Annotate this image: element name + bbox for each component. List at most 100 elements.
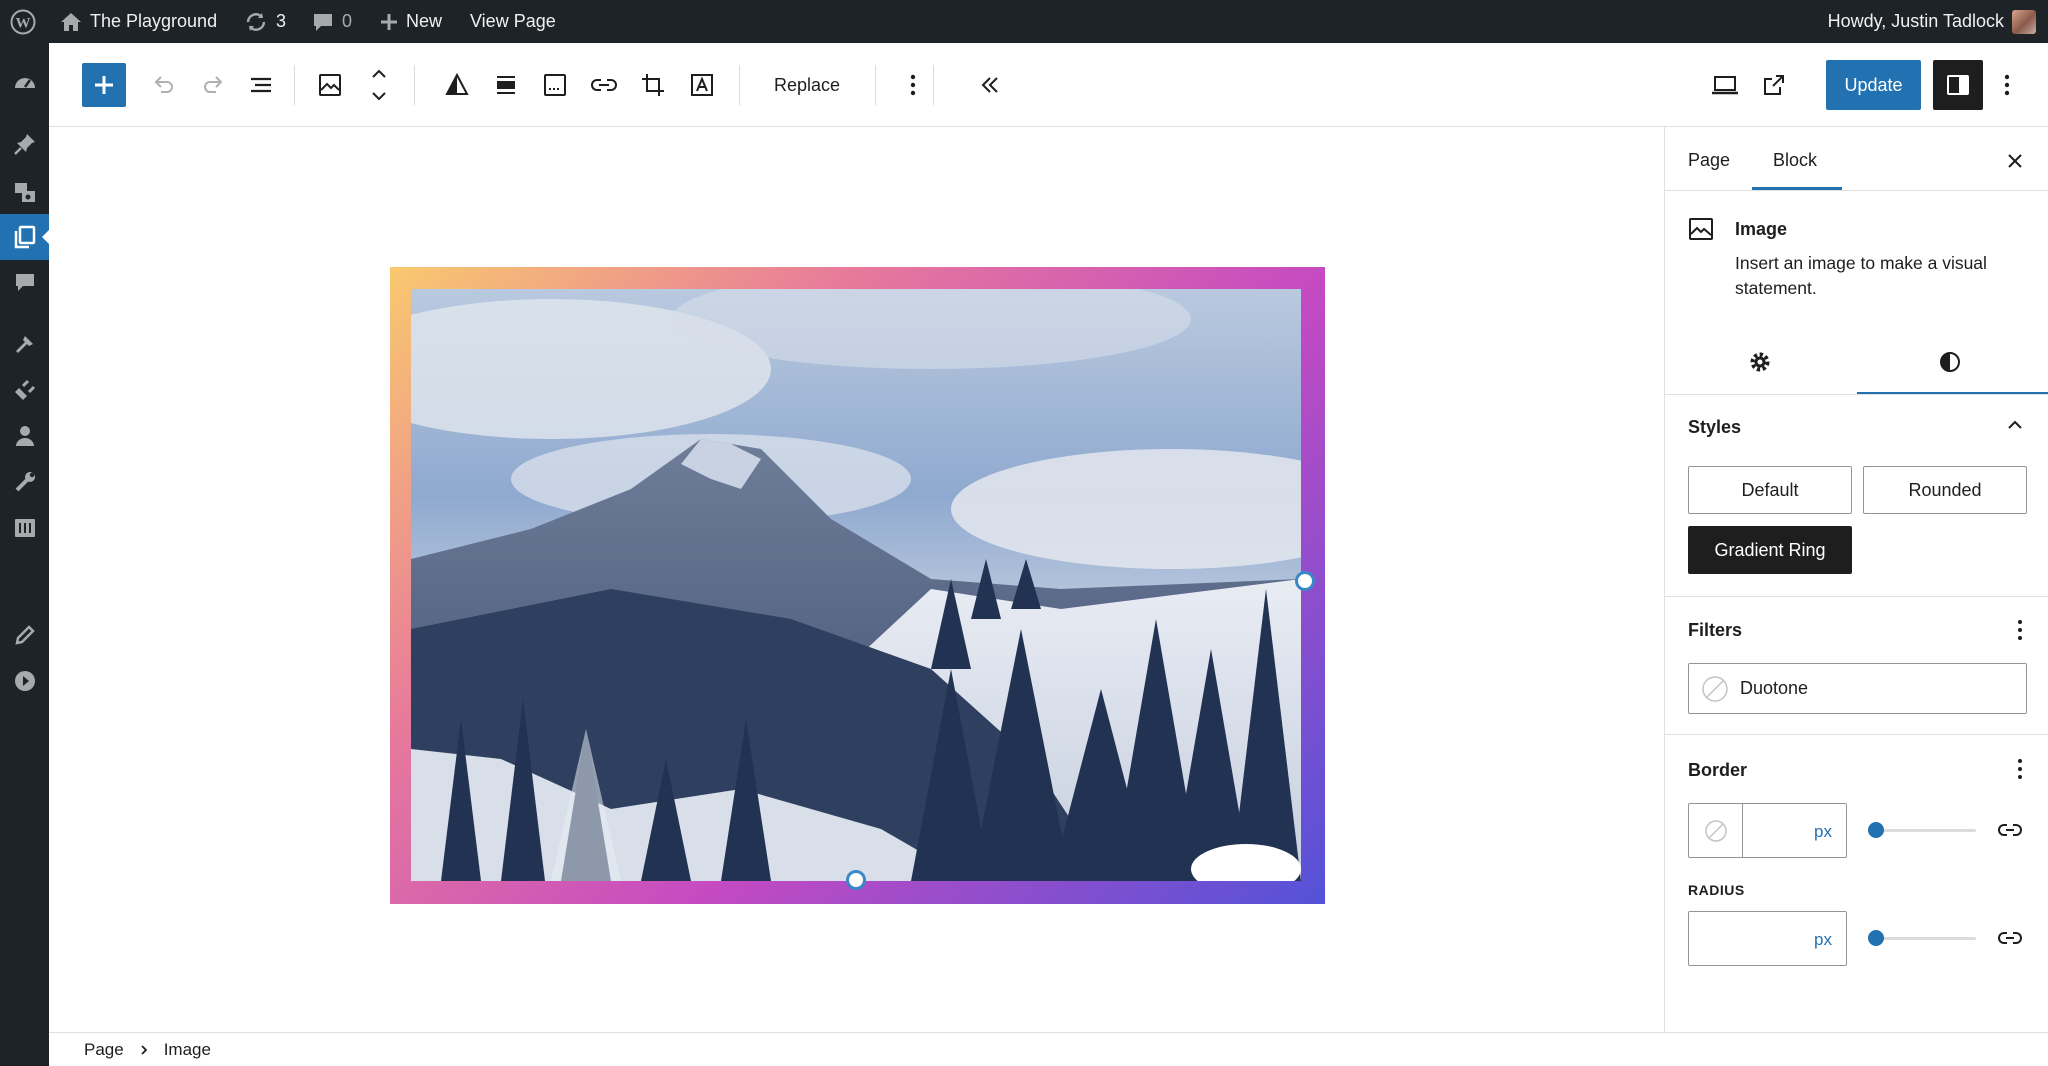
mountain-photo[interactable] xyxy=(411,289,1301,881)
border-width-unit[interactable]: px xyxy=(1814,822,1832,842)
breadcrumb-page[interactable]: Page xyxy=(84,1040,124,1060)
border-options-button[interactable] xyxy=(2005,752,2035,786)
replace-button[interactable]: Replace xyxy=(752,65,862,105)
menu-settings[interactable] xyxy=(0,505,49,551)
text-overlay-button[interactable] xyxy=(682,65,722,105)
crop-button[interactable] xyxy=(633,65,673,105)
styles-panel-title[interactable]: Styles xyxy=(1688,417,1741,438)
radius-unit[interactable]: px xyxy=(1814,930,1832,950)
menu-pages[interactable] xyxy=(0,214,50,260)
pages-icon xyxy=(14,225,35,249)
breadcrumb-image[interactable]: Image xyxy=(164,1040,211,1060)
border-color-swatch-icon xyxy=(1704,819,1727,842)
menu-plugins[interactable] xyxy=(0,367,49,413)
radius-field[interactable]: px xyxy=(1688,911,1847,966)
users-icon xyxy=(15,426,34,446)
image-block-gradient-ring[interactable] xyxy=(390,267,1325,904)
style-rounded-button[interactable]: Rounded xyxy=(1863,466,2027,514)
move-up-down-buttons[interactable] xyxy=(359,63,399,107)
menu-dashboard[interactable] xyxy=(0,60,49,106)
style-gradient-ring-button[interactable]: Gradient Ring xyxy=(1688,526,1852,574)
collapse-icon xyxy=(981,77,998,93)
preview-button[interactable] xyxy=(1705,65,1745,105)
radius-slider[interactable] xyxy=(1868,937,1976,940)
menu-media-play[interactable] xyxy=(0,658,49,704)
edit-icon xyxy=(14,625,35,645)
view-page-button[interactable] xyxy=(1754,65,1794,105)
media-icon xyxy=(14,183,35,202)
home-icon xyxy=(61,12,81,31)
dashboard-icon xyxy=(14,78,35,88)
menu-users[interactable] xyxy=(0,413,49,459)
new-label: New xyxy=(406,11,443,31)
unlink-corners-button[interactable] xyxy=(1993,923,2027,953)
duotone-icon xyxy=(445,72,469,95)
unlink-icon xyxy=(1998,932,2022,944)
divider xyxy=(1665,190,2048,191)
block-type-button[interactable] xyxy=(310,65,350,105)
menu-edit[interactable] xyxy=(0,612,49,658)
resize-handle-right[interactable] xyxy=(1295,571,1315,591)
menu-tools[interactable] xyxy=(0,459,49,505)
styles-collapse-button[interactable] xyxy=(1997,407,2033,443)
updates-link[interactable]: 3 xyxy=(244,0,286,43)
site-name-link[interactable]: The Playground xyxy=(60,0,217,43)
list-view-button[interactable] xyxy=(241,65,281,105)
view-page-link[interactable]: View Page xyxy=(470,0,556,43)
tab-page[interactable]: Page xyxy=(1688,150,1730,171)
menu-media[interactable] xyxy=(0,169,49,215)
my-account[interactable]: Howdy, Justin Tadlock xyxy=(1828,0,2036,43)
block-options-button[interactable] xyxy=(893,65,933,105)
sidebar-icon xyxy=(1947,75,1969,95)
admin-menu xyxy=(0,43,50,1066)
border-width-field[interactable]: px xyxy=(1688,803,1847,858)
block-inserter-button[interactable] xyxy=(82,63,126,107)
close-icon xyxy=(2008,154,2022,168)
unlink-icon xyxy=(1998,824,2022,836)
style-default-button[interactable]: Default xyxy=(1688,466,1852,514)
menu-appearance[interactable] xyxy=(0,321,49,367)
plus-icon xyxy=(381,13,397,30)
link-button[interactable] xyxy=(584,65,624,105)
align-icon xyxy=(497,76,515,94)
divider xyxy=(1665,596,2048,597)
new-content-link[interactable]: New xyxy=(380,0,442,43)
radius-slider-thumb[interactable] xyxy=(1868,930,1884,946)
duotone-button[interactable] xyxy=(437,65,477,105)
menu-posts[interactable] xyxy=(0,121,49,167)
play-icon xyxy=(14,671,35,691)
tab-block[interactable]: Block xyxy=(1773,150,1817,171)
filters-options-button[interactable] xyxy=(2005,613,2035,647)
tab-settings[interactable] xyxy=(1685,337,1835,387)
comments-link[interactable]: 0 xyxy=(312,0,352,43)
resize-handle-bottom[interactable] xyxy=(846,870,866,890)
block-breadcrumb: Page Image xyxy=(49,1032,2048,1066)
unlink-sides-button[interactable] xyxy=(1993,815,2027,845)
landscape-image xyxy=(411,289,1301,881)
tools-icon xyxy=(15,472,35,492)
border-color-button[interactable] xyxy=(1689,804,1743,857)
tab-styles[interactable] xyxy=(1875,337,2025,387)
duotone-control[interactable]: Duotone xyxy=(1688,663,2027,714)
align-button[interactable] xyxy=(486,65,526,105)
menu-comments[interactable] xyxy=(0,260,49,306)
wordpress-logo[interactable]: W xyxy=(10,0,36,43)
editor-canvas[interactable] xyxy=(49,127,1664,1032)
redo-button[interactable] xyxy=(193,65,233,105)
move-icon xyxy=(372,69,386,101)
collapse-toolbar-button[interactable] xyxy=(970,65,1010,105)
toolbar-divider xyxy=(933,65,934,105)
options-menu-button[interactable] xyxy=(1987,65,2027,105)
wordpress-icon: W xyxy=(10,9,36,34)
settings-toggle-button[interactable] xyxy=(1933,60,1983,110)
external-icon xyxy=(1764,75,1784,95)
caption-button[interactable] xyxy=(535,65,575,105)
undo-button[interactable] xyxy=(144,65,184,105)
update-button[interactable]: Update xyxy=(1826,60,1921,110)
border-width-slider[interactable] xyxy=(1868,829,1976,832)
chevron-up-icon xyxy=(2008,420,2022,429)
border-panel-title: Border xyxy=(1688,760,1748,780)
close-sidebar-button[interactable] xyxy=(1997,143,2033,179)
border-width-slider-thumb[interactable] xyxy=(1868,822,1884,838)
undo-icon xyxy=(154,76,173,93)
